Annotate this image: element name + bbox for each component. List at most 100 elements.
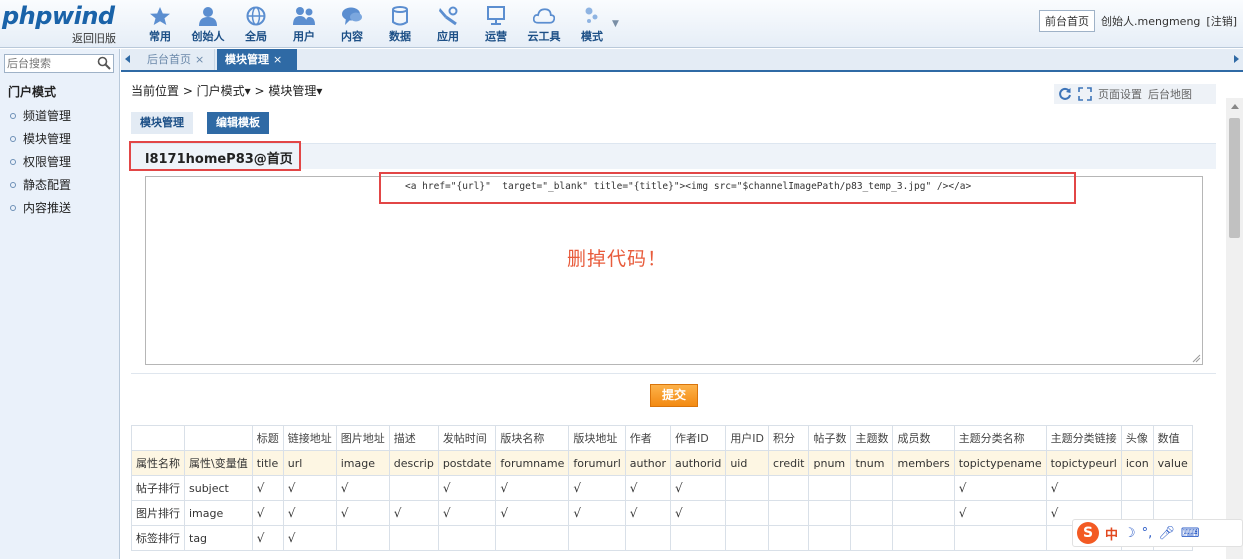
table-cell: postdate	[437, 450, 497, 476]
cloud-icon	[533, 8, 555, 24]
logout-link[interactable]: [注销]	[1206, 13, 1237, 29]
table-cell: 成员数	[892, 425, 955, 451]
refresh-icon[interactable]	[1058, 87, 1072, 101]
bullet-icon	[10, 113, 16, 119]
bullet-icon	[10, 159, 16, 165]
nav-users[interactable]: 用户	[280, 0, 328, 48]
close-icon[interactable]: ×	[195, 53, 204, 66]
microphone-icon[interactable]: 🎤︎	[1158, 526, 1175, 541]
table-cell: √	[495, 475, 570, 501]
nav-apps[interactable]: 应用	[424, 0, 472, 48]
table-cell: √	[282, 500, 337, 526]
table-variable-row: 属性名称 属性\变量值 title url image descrip postdate fo…	[131, 450, 1193, 476]
table-cell: √	[437, 500, 497, 526]
table-cell: 发帖时间	[437, 425, 497, 451]
header-user-area: 前台首页 创始人.mengmeng [注销]	[1039, 10, 1237, 32]
table-cell: 版块名称	[495, 425, 570, 451]
table-cell: √	[388, 500, 439, 526]
nav-content[interactable]: 内容	[328, 0, 376, 48]
backend-map-link[interactable]: 后台地图	[1148, 86, 1192, 102]
moon-icon[interactable]: ☽	[1124, 526, 1136, 541]
template-editor[interactable]	[145, 176, 1203, 365]
resize-grip-icon[interactable]	[1192, 354, 1201, 363]
current-user[interactable]: 创始人.mengmeng	[1101, 13, 1200, 29]
sidebar-search	[4, 54, 114, 73]
nav-more-dropdown-icon[interactable]: ▼	[612, 19, 619, 29]
ime-mode[interactable]: 中	[1105, 524, 1118, 543]
page-settings-link[interactable]: 页面设置	[1098, 86, 1142, 102]
sidebar-search-input[interactable]	[5, 55, 93, 72]
sidebar-item-static-config[interactable]: 静态配置	[8, 177, 71, 200]
bullet-icon	[10, 136, 16, 142]
phpwind-logo[interactable]: phpwind	[2, 2, 115, 30]
top-nav: 常用 创始人 全局 用户 内容 数据 应用 运营 云工具 模式	[136, 0, 616, 48]
nav-label: 用户	[293, 30, 315, 43]
tab-edit-template[interactable]: 编辑模板	[207, 112, 269, 134]
table-cell	[437, 525, 497, 551]
table-cell: √	[624, 475, 672, 501]
table-cell: √	[335, 475, 390, 501]
top-header: phpwind 返回旧版 常用 创始人 全局 用户 内容 数据 应用 运营 云工…	[0, 0, 1243, 48]
breadcrumb[interactable]: 当前位置 > 门户模式▾ > 模块管理▾	[131, 82, 322, 99]
close-icon[interactable]: ×	[273, 53, 282, 66]
table-cell: forumname	[495, 450, 570, 476]
tab-scroll-left-icon[interactable]	[125, 55, 130, 63]
frontend-home-button[interactable]: 前台首页	[1039, 10, 1096, 32]
table-header-row: 标题 链接地址 图片地址 描述 发帖时间 版块名称 版块地址 作者 作者ID 用户ID 积分 帖子数主…	[131, 425, 1193, 451]
mode-icon	[585, 7, 598, 23]
scroll-thumb[interactable]	[1229, 118, 1240, 238]
nav-common[interactable]: 常用	[136, 0, 184, 48]
sidebar-item-channel-management[interactable]: 频道管理	[8, 108, 71, 131]
nav-global[interactable]: 全局	[232, 0, 280, 48]
sidebar-item-content-push[interactable]: 内容推送	[8, 200, 71, 223]
sogou-logo[interactable]: S	[1077, 522, 1099, 544]
sidebar-item-label: 模块管理	[23, 132, 72, 146]
table-cell	[808, 475, 852, 501]
scroll-up-icon[interactable]	[1231, 104, 1239, 109]
table-cell	[495, 525, 570, 551]
table-cell: title	[251, 450, 284, 476]
search-icon[interactable]	[97, 56, 111, 70]
vertical-scrollbar[interactable]	[1226, 98, 1243, 559]
nav-label: 运营	[485, 30, 507, 43]
table-row: 图片排行 image √ √ √ √ √ √ √ √ √ √ √	[131, 500, 1193, 526]
submit-button[interactable]: 提交	[650, 384, 698, 407]
globe-icon	[246, 6, 266, 26]
nav-data[interactable]: 数据	[376, 0, 424, 48]
punctuation-icon[interactable]: °,	[1142, 526, 1153, 541]
tab-scroll-right-icon[interactable]	[1234, 55, 1239, 63]
table-cell	[624, 525, 672, 551]
nav-label: 内容	[341, 30, 363, 43]
table-cell: √	[670, 475, 727, 501]
sidebar-item-label: 权限管理	[23, 155, 72, 169]
variable-table: 标题 链接地址 图片地址 描述 发帖时间 版块名称 版块地址 作者 作者ID 用户ID 积分 帖子数主…	[131, 425, 1193, 551]
nav-label: 常用	[149, 30, 171, 43]
table-cell: 帖子数	[808, 425, 852, 451]
nav-operation[interactable]: 运营	[472, 0, 520, 48]
nav-cloud-tools[interactable]: 云工具	[520, 0, 568, 48]
table-cell	[953, 525, 1047, 551]
table-cell: √	[251, 525, 284, 551]
table-cell: 属性\变量值	[184, 450, 253, 476]
table-cell: topictypeurl	[1045, 450, 1122, 476]
sidebar-item-module-management[interactable]: 模块管理	[8, 131, 71, 154]
tab-backend-home[interactable]: 后台首页 ×	[139, 49, 215, 70]
sidebar-item-label: 静态配置	[23, 178, 72, 192]
sidebar-item-permission-management[interactable]: 权限管理	[8, 154, 71, 177]
table-cell: 主题数	[850, 425, 894, 451]
nav-mode[interactable]: 模式	[568, 0, 616, 48]
table-cell	[184, 425, 253, 451]
table-cell: 链接地址	[282, 425, 337, 451]
tab-module-list[interactable]: 模块管理	[131, 112, 193, 134]
keyboard-icon[interactable]: ⌨	[1181, 526, 1200, 541]
tab-module-management[interactable]: 模块管理 ×	[217, 49, 297, 70]
nav-founder[interactable]: 创始人	[184, 0, 232, 48]
table-cell: 头像	[1120, 425, 1154, 451]
fullscreen-icon[interactable]	[1078, 87, 1092, 101]
sidebar-menu: 频道管理 模块管理 权限管理 静态配置 内容推送	[8, 108, 71, 223]
ime-toolbar: S 中 ☽ °, 🎤︎ ⌨	[1072, 519, 1243, 547]
table-cell	[1152, 475, 1193, 501]
table-cell: topictypename	[953, 450, 1047, 476]
back-to-old-version-link[interactable]: 返回旧版	[72, 30, 116, 46]
table-cell: members	[892, 450, 955, 476]
